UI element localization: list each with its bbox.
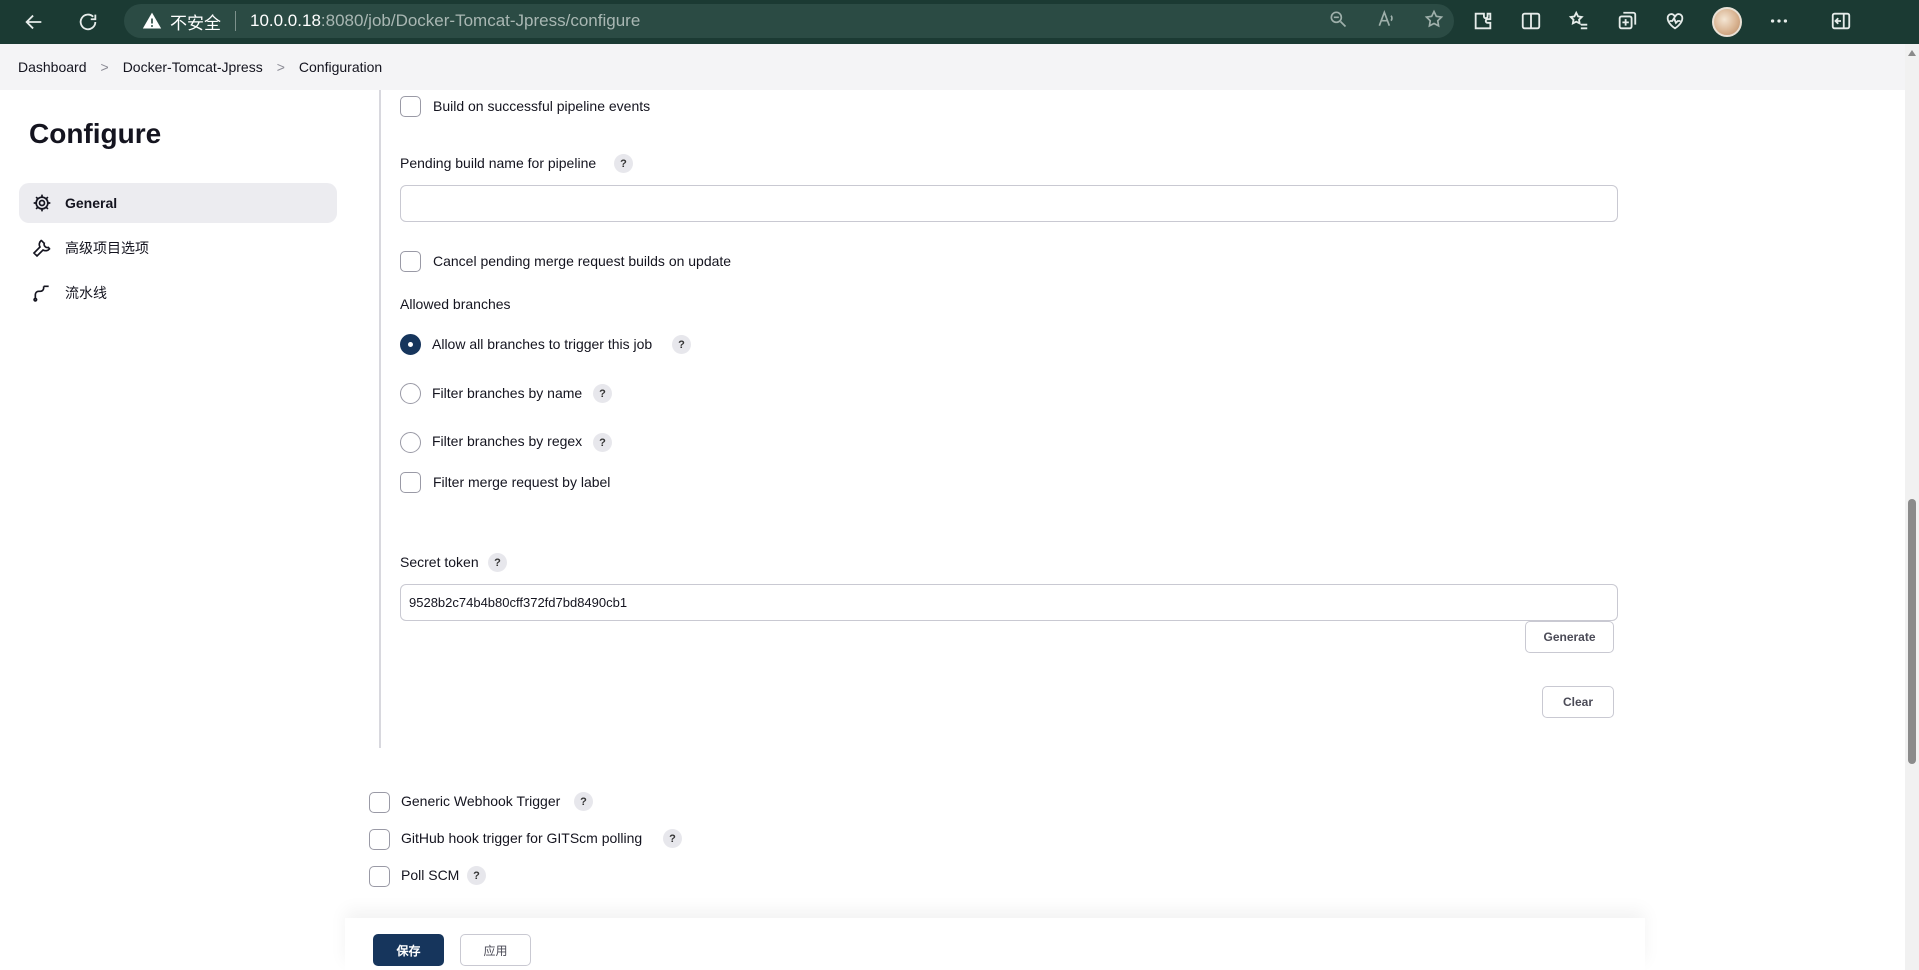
sidebar-item-label: 流水线 [65,285,107,301]
build-on-success-checkbox[interactable] [400,96,421,117]
split-screen-icon[interactable] [1520,10,1542,35]
clear-button[interactable]: Clear [1542,686,1614,718]
zoom-icon[interactable] [1328,9,1348,34]
gear-icon [31,192,53,214]
generate-button[interactable]: Generate [1525,621,1614,653]
help-icon[interactable]: ? [574,792,593,811]
build-on-success-label: Build on successful pipeline events [433,98,651,114]
page-title: Configure [29,118,162,149]
poll-scm-label: Poll SCM [401,867,460,883]
breadcrumb-separator: > [276,59,285,75]
url-path: :8080/job/Docker-Tomcat-Jpress/configure [320,11,641,30]
browser-toolbar: 不安全 10.0.0.18 :8080/job/Docker-Tomcat-Jp… [0,0,1919,44]
wrench-icon [31,237,53,259]
poll-scm-checkbox[interactable] [369,866,390,887]
secret-token-input[interactable]: 9528b2c74b4b80cff372fd7bd8490cb1 [400,584,1618,621]
help-icon[interactable]: ? [467,866,486,885]
profile-avatar[interactable] [1712,7,1742,37]
apply-button[interactable]: 应用 [460,934,531,966]
favorites-list-icon[interactable] [1568,10,1590,35]
secret-token-label: Secret token [400,554,479,570]
refresh-icon[interactable] [70,4,106,40]
help-icon[interactable]: ? [488,553,507,572]
scroll-thumb[interactable] [1908,499,1916,764]
warning-icon [142,11,162,31]
help-icon[interactable]: ? [663,829,682,848]
allow-all-branches-label: Allow all branches to trigger this job [432,336,653,352]
help-icon[interactable]: ? [593,433,612,452]
filter-by-regex-label: Filter branches by regex [432,433,583,449]
section-indent-line [379,90,381,748]
allow-all-branches-radio[interactable] [400,334,421,355]
more-menu-icon[interactable] [1768,10,1790,35]
save-button[interactable]: 保存 [373,934,444,966]
address-bar[interactable]: 不安全 10.0.0.18 :8080/job/Docker-Tomcat-Jp… [124,4,1454,38]
filter-by-regex-radio[interactable] [400,432,421,453]
filter-mr-label-checkbox[interactable] [400,472,421,493]
favorite-star-icon[interactable] [1424,9,1444,34]
breadcrumb: Dashboard > Docker-Tomcat-Jpress > Confi… [0,44,1905,90]
help-icon[interactable]: ? [614,154,633,173]
pending-build-name-input[interactable] [400,185,1618,222]
filter-by-name-radio[interactable] [400,383,421,404]
insecure-label: 不安全 [170,13,221,33]
scroll-up-arrow[interactable] [1908,50,1916,56]
filter-by-name-label: Filter branches by name [432,385,583,401]
browser-essentials-icon[interactable] [1664,10,1686,35]
generic-webhook-label: Generic Webhook Trigger [401,793,561,809]
github-hook-label: GitHub hook trigger for GITScm polling [401,830,643,846]
sidebar-item-general[interactable]: General [19,183,337,223]
extensions-icon[interactable] [1472,10,1494,35]
address-separator [235,11,236,31]
read-aloud-icon[interactable] [1376,9,1396,34]
sidebar-toggle-icon[interactable] [1830,10,1852,35]
breadcrumb-job[interactable]: Docker-Tomcat-Jpress [123,59,263,75]
breadcrumb-dashboard[interactable]: Dashboard [18,59,87,75]
generic-webhook-checkbox[interactable] [369,792,390,813]
help-icon[interactable]: ? [593,384,612,403]
page-scrollbar[interactable] [1905,44,1919,970]
bottom-action-bar [345,918,1645,970]
pending-build-name-label: Pending build name for pipeline [400,155,597,171]
cancel-pending-checkbox[interactable] [400,251,421,272]
pipeline-icon [31,282,53,304]
github-hook-checkbox[interactable] [369,829,390,850]
filter-mr-label-label: Filter merge request by label [433,474,611,490]
breadcrumb-separator: > [100,59,109,75]
sidebar-item-advanced[interactable]: 高级项目选项 [19,228,337,268]
breadcrumb-configuration[interactable]: Configuration [299,59,382,75]
url-host: 10.0.0.18 [250,11,321,30]
cancel-pending-label: Cancel pending merge request builds on u… [433,253,732,269]
help-icon[interactable]: ? [672,335,691,354]
collections-icon[interactable] [1616,10,1638,35]
sidebar-item-label: General [65,195,118,211]
back-icon[interactable] [16,4,52,40]
allowed-branches-label: Allowed branches [400,296,511,312]
sidebar-item-label: 高级项目选项 [65,240,149,256]
sidebar-item-pipeline[interactable]: 流水线 [19,273,337,313]
